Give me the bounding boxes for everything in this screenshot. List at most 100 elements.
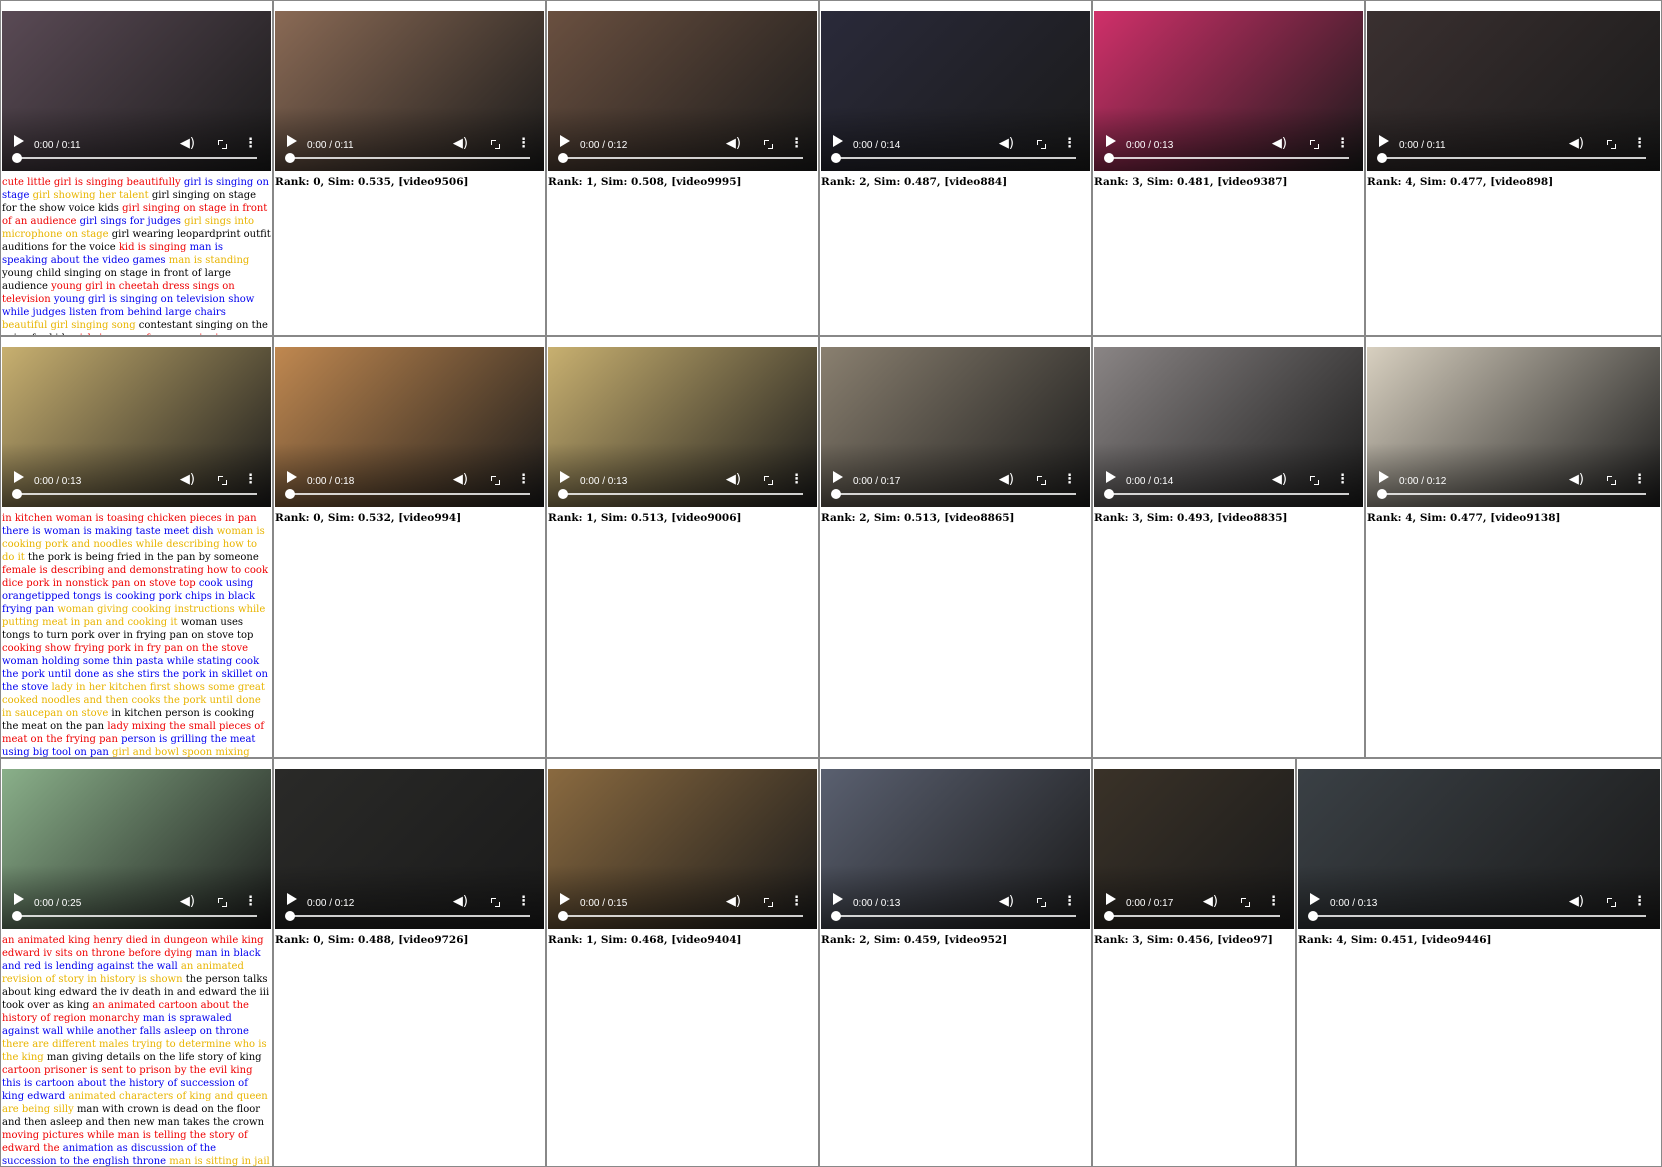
play-icon[interactable] [560, 135, 570, 147]
result-video-player[interactable]: 0:00 / 0:12 ◀) ⋮ [548, 11, 817, 171]
fullscreen-icon[interactable] [491, 140, 500, 149]
fullscreen-icon[interactable] [491, 898, 500, 907]
progress-knob[interactable] [285, 911, 295, 921]
progress-bar[interactable] [289, 915, 530, 917]
more-options-icon[interactable]: ⋮ [1336, 136, 1349, 151]
volume-icon[interactable]: ◀) [999, 472, 1014, 487]
progress-bar[interactable] [1108, 915, 1280, 917]
result-video-player[interactable]: 0:00 / 0:13 ◀) ⋮ [548, 347, 817, 507]
more-options-icon[interactable]: ⋮ [517, 472, 530, 487]
progress-bar[interactable] [16, 493, 257, 495]
progress-knob[interactable] [1104, 489, 1114, 499]
play-icon[interactable] [833, 893, 843, 905]
progress-knob[interactable] [285, 489, 295, 499]
progress-bar[interactable] [835, 157, 1076, 159]
progress-knob[interactable] [1377, 489, 1387, 499]
more-options-icon[interactable]: ⋮ [1063, 472, 1076, 487]
progress-bar[interactable] [1108, 157, 1349, 159]
progress-knob[interactable] [831, 911, 841, 921]
progress-knob[interactable] [12, 153, 22, 163]
volume-icon[interactable]: ◀) [1569, 472, 1584, 487]
progress-knob[interactable] [1104, 153, 1114, 163]
fullscreen-icon[interactable] [218, 476, 227, 485]
more-options-icon[interactable]: ⋮ [790, 136, 803, 151]
play-icon[interactable] [1310, 893, 1320, 905]
fullscreen-icon[interactable] [764, 898, 773, 907]
result-video-player[interactable]: 0:00 / 0:14 ◀) ⋮ [1094, 347, 1363, 507]
more-options-icon[interactable]: ⋮ [1063, 894, 1076, 909]
more-options-icon[interactable]: ⋮ [1063, 136, 1076, 151]
fullscreen-icon[interactable] [1037, 476, 1046, 485]
progress-bar[interactable] [562, 915, 803, 917]
progress-bar[interactable] [289, 493, 530, 495]
query-video-player[interactable]: 0:00 / 0:13 ◀) ⋮ [2, 347, 271, 507]
progress-bar[interactable] [1108, 493, 1349, 495]
fullscreen-icon[interactable] [1310, 140, 1319, 149]
volume-icon[interactable]: ◀) [453, 136, 468, 151]
play-icon[interactable] [560, 471, 570, 483]
progress-bar[interactable] [1381, 493, 1646, 495]
volume-icon[interactable]: ◀) [1569, 894, 1584, 909]
progress-bar[interactable] [1381, 157, 1646, 159]
progress-knob[interactable] [558, 489, 568, 499]
progress-bar[interactable] [835, 493, 1076, 495]
more-options-icon[interactable]: ⋮ [517, 136, 530, 151]
result-video-player[interactable]: 0:00 / 0:18 ◀) ⋮ [275, 347, 544, 507]
fullscreen-icon[interactable] [1607, 140, 1616, 149]
result-video-player[interactable]: 0:00 / 0:12 ◀) ⋮ [1367, 347, 1660, 507]
result-video-player[interactable]: 0:00 / 0:13 ◀) ⋮ [1298, 769, 1660, 929]
more-options-icon[interactable]: ⋮ [244, 894, 257, 909]
play-icon[interactable] [560, 893, 570, 905]
result-video-player[interactable]: 0:00 / 0:11 ◀) ⋮ [275, 11, 544, 171]
result-video-player[interactable]: 0:00 / 0:17 ◀) ⋮ [821, 347, 1090, 507]
play-icon[interactable] [1106, 135, 1116, 147]
volume-icon[interactable]: ◀) [1272, 472, 1287, 487]
fullscreen-icon[interactable] [218, 140, 227, 149]
progress-knob[interactable] [1308, 911, 1318, 921]
progress-knob[interactable] [558, 153, 568, 163]
volume-icon[interactable]: ◀) [999, 894, 1014, 909]
fullscreen-icon[interactable] [1607, 476, 1616, 485]
play-icon[interactable] [1379, 471, 1389, 483]
volume-icon[interactable]: ◀) [726, 894, 741, 909]
play-icon[interactable] [1106, 893, 1116, 905]
progress-knob[interactable] [1104, 911, 1114, 921]
progress-knob[interactable] [285, 153, 295, 163]
progress-bar[interactable] [289, 157, 530, 159]
result-video-player[interactable]: 0:00 / 0:11 ◀) ⋮ [1367, 11, 1660, 171]
progress-knob[interactable] [831, 153, 841, 163]
volume-icon[interactable]: ◀) [453, 894, 468, 909]
play-icon[interactable] [14, 135, 24, 147]
more-options-icon[interactable]: ⋮ [790, 894, 803, 909]
play-icon[interactable] [287, 471, 297, 483]
more-options-icon[interactable]: ⋮ [790, 472, 803, 487]
more-options-icon[interactable]: ⋮ [517, 894, 530, 909]
volume-icon[interactable]: ◀) [999, 136, 1014, 151]
volume-icon[interactable]: ◀) [180, 136, 195, 151]
progress-knob[interactable] [831, 489, 841, 499]
progress-bar[interactable] [1312, 915, 1646, 917]
more-options-icon[interactable]: ⋮ [1267, 894, 1280, 909]
play-icon[interactable] [833, 471, 843, 483]
fullscreen-icon[interactable] [1310, 476, 1319, 485]
result-video-player[interactable]: 0:00 / 0:12 ◀) ⋮ [275, 769, 544, 929]
result-video-player[interactable]: 0:00 / 0:14 ◀) ⋮ [821, 11, 1090, 171]
play-icon[interactable] [14, 471, 24, 483]
progress-bar[interactable] [562, 157, 803, 159]
more-options-icon[interactable]: ⋮ [244, 136, 257, 151]
volume-icon[interactable]: ◀) [453, 472, 468, 487]
fullscreen-icon[interactable] [764, 140, 773, 149]
play-icon[interactable] [833, 135, 843, 147]
more-options-icon[interactable]: ⋮ [1633, 136, 1646, 151]
volume-icon[interactable]: ◀) [1569, 136, 1584, 151]
volume-icon[interactable]: ◀) [180, 472, 195, 487]
fullscreen-icon[interactable] [218, 898, 227, 907]
progress-bar[interactable] [16, 157, 257, 159]
more-options-icon[interactable]: ⋮ [1633, 894, 1646, 909]
play-icon[interactable] [287, 893, 297, 905]
query-video-player[interactable]: 0:00 / 0:11 ◀) ⋮ [2, 11, 271, 171]
fullscreen-icon[interactable] [491, 476, 500, 485]
play-icon[interactable] [1106, 471, 1116, 483]
progress-bar[interactable] [835, 915, 1076, 917]
play-icon[interactable] [287, 135, 297, 147]
